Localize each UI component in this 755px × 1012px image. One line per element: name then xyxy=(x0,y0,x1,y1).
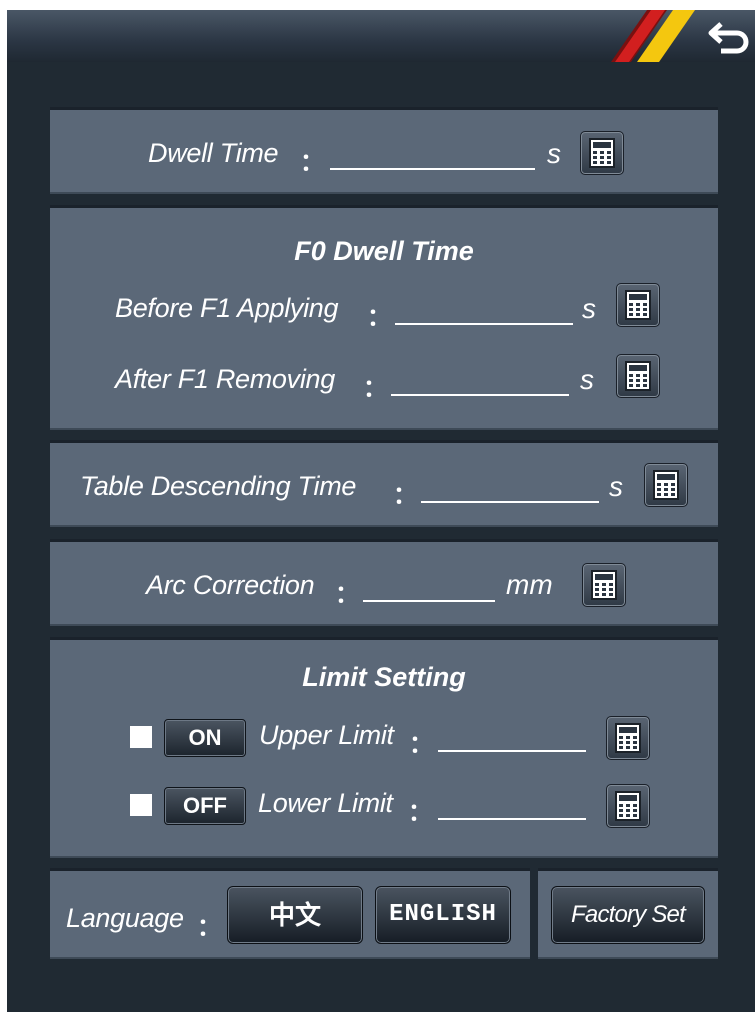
upper-limit-label: Upper Limit xyxy=(259,720,394,750)
calculator-icon xyxy=(589,138,615,168)
f0-dwell-time-panel: F0 Dwell Time Before F1 Applying ： s Aft… xyxy=(50,205,718,430)
language-label: Language xyxy=(66,903,184,933)
calculator-icon xyxy=(625,290,651,320)
top-bar xyxy=(7,10,755,62)
chinese-language-button[interactable]: 中文 xyxy=(227,886,363,944)
dwell-time-label: Dwell Time xyxy=(148,138,279,168)
upper-limit-field[interactable] xyxy=(438,724,586,752)
upper-limit-on-button[interactable]: ON xyxy=(164,719,246,757)
after-f1-removing-field[interactable] xyxy=(391,368,569,396)
language-colon: ： xyxy=(197,914,221,941)
calculator-icon xyxy=(615,791,641,821)
after-f1-removing-colon: ： xyxy=(363,375,387,402)
table-descending-time-field[interactable] xyxy=(421,475,599,503)
table-descending-time-label: Table Descending Time xyxy=(80,471,357,501)
before-f1-applying-colon: ： xyxy=(367,304,391,331)
table-descending-time-panel: Table Descending Time ： s xyxy=(50,440,718,527)
dwell-time-colon: ： xyxy=(300,149,324,176)
arc-correction-colon: ： xyxy=(335,581,359,608)
dwell-time-unit: s xyxy=(547,138,561,169)
language-panel: Language ： 中文 ENGLISH xyxy=(50,868,530,959)
table-descending-time-unit: s xyxy=(609,471,623,502)
calculator-icon xyxy=(653,470,679,500)
lower-limit-field[interactable] xyxy=(438,792,586,820)
before-f1-applying-unit: s xyxy=(582,293,596,324)
before-f1-applying-field[interactable] xyxy=(395,297,573,325)
lower-limit-calculator-button[interactable] xyxy=(606,784,650,828)
calculator-icon xyxy=(625,361,651,391)
calculator-icon xyxy=(591,570,617,600)
arc-correction-panel: Arc Correction ： mm xyxy=(50,539,718,626)
before-f1-applying-calculator-button[interactable] xyxy=(616,283,660,327)
upper-limit-calculator-button[interactable] xyxy=(606,716,650,760)
upper-limit-checkbox[interactable] xyxy=(130,726,152,748)
arc-correction-field[interactable] xyxy=(363,574,495,602)
factory-set-button[interactable]: Factory Set xyxy=(551,886,705,944)
dwell-time-calculator-button[interactable] xyxy=(580,131,624,175)
factory-set-panel: Factory Set xyxy=(538,868,718,959)
limit-setting-title: Limit Setting xyxy=(302,662,466,692)
table-descending-time-colon: ： xyxy=(393,482,417,509)
before-f1-applying-label: Before F1 Applying xyxy=(115,293,339,323)
lower-limit-checkbox[interactable] xyxy=(130,794,152,816)
after-f1-removing-unit: s xyxy=(580,364,594,395)
brand-stripes xyxy=(611,10,695,62)
dwell-time-field[interactable] xyxy=(330,142,535,170)
arc-correction-unit: mm xyxy=(506,569,553,600)
limit-setting-panel: Limit Setting ON Upper Limit ： OFF Lower… xyxy=(50,637,718,858)
arc-correction-calculator-button[interactable] xyxy=(582,563,626,607)
table-descending-time-calculator-button[interactable] xyxy=(644,463,688,507)
arc-correction-label: Arc Correction xyxy=(146,570,315,600)
lower-limit-colon: ： xyxy=(408,799,432,826)
lower-limit-off-button[interactable]: OFF xyxy=(164,787,246,825)
after-f1-removing-calculator-button[interactable] xyxy=(616,354,660,398)
upper-limit-colon: ： xyxy=(409,731,433,758)
calculator-icon xyxy=(615,723,641,753)
lower-limit-label: Lower Limit xyxy=(258,788,393,818)
back-button[interactable] xyxy=(707,16,751,56)
f0-dwell-time-title: F0 Dwell Time xyxy=(294,236,474,266)
english-language-button[interactable]: ENGLISH xyxy=(375,886,511,944)
dwell-time-panel: Dwell Time ： s xyxy=(50,107,718,194)
return-arrow-icon xyxy=(708,22,749,54)
settings-screen: Dwell Time ： s F0 Dwell Time Before F1 A… xyxy=(7,10,755,1012)
after-f1-removing-label: After F1 Removing xyxy=(115,364,335,394)
